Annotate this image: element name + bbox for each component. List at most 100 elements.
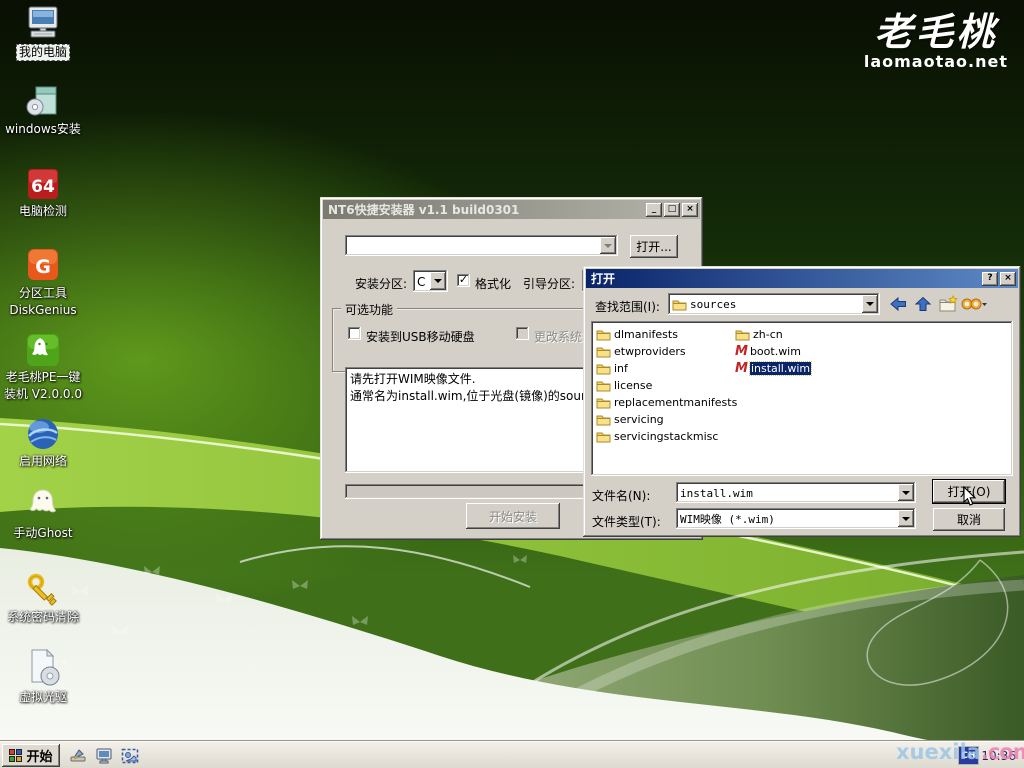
desktop-icon-virtual-cd[interactable]: 虚拟光驱 xyxy=(0,650,86,705)
file-row[interactable]: M boot.wim xyxy=(735,343,801,360)
quicklaunch-show-desktop-icon[interactable] xyxy=(68,746,88,766)
maximize-icon[interactable]: □ xyxy=(664,203,680,217)
close-icon[interactable]: × xyxy=(682,203,698,217)
open-button[interactable]: 打开(O) xyxy=(933,480,1005,503)
open-dialog-titlebar[interactable]: 打开 ? × xyxy=(586,269,1018,288)
folder-icon xyxy=(596,380,611,392)
file-type-label: 文件类型(T): xyxy=(592,513,661,530)
quicklaunch-display-icon[interactable] xyxy=(94,746,114,766)
partition-select-value: C xyxy=(417,273,428,290)
usb-install-checkbox[interactable] xyxy=(348,327,361,340)
file-row[interactable]: dlmanifests xyxy=(596,326,678,343)
file-row[interactable]: zh-cn xyxy=(735,326,783,343)
desktop-icon-pc-check[interactable]: 64 电脑检测 xyxy=(0,164,86,219)
file-name: boot.wim xyxy=(750,345,801,358)
g-letter: G xyxy=(35,256,51,278)
browse-open-button[interactable]: 打开... xyxy=(630,235,678,258)
installer-titlebar[interactable]: NT6快捷安装器 v1.1 build0301 _ □ × xyxy=(323,200,700,219)
key-icon xyxy=(23,570,63,608)
input-method-indicator[interactable]: CH xyxy=(959,747,978,764)
file-list[interactable]: dlmanifests etwproviders inf license rep… xyxy=(591,321,1013,476)
file-row[interactable]: servicingstackmisc xyxy=(596,428,718,445)
desktop-icon-label2: 装机 V2.0.0.0 xyxy=(4,387,82,402)
wim-image-combobox[interactable] xyxy=(345,235,618,256)
file-name: dlmanifests xyxy=(614,328,678,341)
folder-icon xyxy=(596,346,611,358)
dropdown-icon[interactable] xyxy=(898,484,914,501)
folder-icon xyxy=(596,414,611,426)
file-name: license xyxy=(614,379,652,392)
file-row[interactable]: etwproviders xyxy=(596,343,686,360)
partition-select[interactable]: C xyxy=(413,270,448,292)
desktop-icon-label: windows安装 xyxy=(5,122,81,137)
views-menu-icon[interactable] xyxy=(960,295,988,313)
install-partition-label: 安装分区: xyxy=(355,275,407,292)
format-label: 格式化 xyxy=(475,275,511,292)
usb-install-label: 安装到USB移动硬盘 xyxy=(366,328,475,345)
file-name: servicing xyxy=(614,413,664,426)
installer-window-title: NT6快捷安装器 v1.1 build0301 xyxy=(328,201,644,218)
desktop-icon-windows-install[interactable]: windows安装 xyxy=(0,82,86,137)
help-icon[interactable]: ? xyxy=(982,272,998,286)
software-box-icon xyxy=(23,82,63,120)
start-install-button: 开始安装 xyxy=(466,503,560,529)
desktop-icon-label: 分区工具 xyxy=(19,286,67,301)
folder-icon xyxy=(672,299,687,311)
wim-image-combobox-value xyxy=(349,238,598,254)
desktop-icon-laomaotao-pe[interactable]: 老毛桃PE一键 装机 V2.0.0.0 xyxy=(0,330,86,402)
back-icon[interactable] xyxy=(888,295,908,313)
change-system-checkbox xyxy=(516,327,529,340)
file-row[interactable]: replacementmanifests xyxy=(596,394,737,411)
file-type-select[interactable]: WIM映像 (*.wim) xyxy=(676,508,916,529)
desktop-icon-label: 系统密码清除 xyxy=(7,610,79,625)
dropdown-icon[interactable] xyxy=(862,295,878,313)
file-name: etwproviders xyxy=(614,345,686,358)
dropdown-icon[interactable] xyxy=(898,510,914,527)
folder-icon xyxy=(735,329,750,341)
look-in-label: 查找范围(I): xyxy=(595,298,660,315)
new-folder-icon[interactable] xyxy=(937,294,959,313)
file-row[interactable]: servicing xyxy=(596,411,664,428)
cancel-button[interactable]: 取消 xyxy=(933,508,1005,531)
desktop-icon-diskgenius[interactable]: G 分区工具 DiskGenius xyxy=(0,246,86,318)
desktop-icon-password-clear[interactable]: 系统密码清除 xyxy=(0,570,86,625)
diskgenius-icon: G xyxy=(24,246,62,284)
quicklaunch-capture-icon[interactable] xyxy=(120,746,140,766)
start-button[interactable]: 开始 xyxy=(2,744,60,767)
up-folder-icon[interactable] xyxy=(913,295,933,313)
file-name: install.wim xyxy=(750,362,811,375)
start-logo-icon xyxy=(9,749,22,762)
folder-icon xyxy=(596,363,611,375)
desktop-icon-my-computer[interactable]: 我的电脑 xyxy=(0,4,86,61)
folder-icon xyxy=(596,329,611,341)
clock[interactable]: 10:36 xyxy=(981,749,1016,763)
check-icon: ✓ xyxy=(459,273,468,286)
desktop-icon-enable-network[interactable]: 启用网络 xyxy=(0,414,86,469)
minimize-icon[interactable]: _ xyxy=(646,203,662,217)
file-name: zh-cn xyxy=(753,328,783,341)
desktop-icon-manual-ghost[interactable]: 手动Ghost xyxy=(0,486,86,541)
desktop-icon-label: 我的电脑 xyxy=(16,44,70,61)
network-globe-icon xyxy=(24,414,62,452)
boot-partition-label: 引导分区: xyxy=(523,275,575,292)
wim-file-icon: M xyxy=(735,362,747,375)
start-button-label: 开始 xyxy=(26,746,52,765)
brand-logo: 老毛桃 laomaotao.net xyxy=(864,12,1008,71)
format-checkbox[interactable]: ✓ xyxy=(457,274,470,287)
file-row[interactable]: inf xyxy=(596,360,628,377)
browse-open-button-label: 打开... xyxy=(636,238,671,255)
file-name-input[interactable]: install.wim xyxy=(676,482,916,503)
file-row[interactable]: license xyxy=(596,377,652,394)
desktop-icon-label: 启用网络 xyxy=(19,454,67,469)
file-row-selected[interactable]: M install.wim xyxy=(735,360,811,377)
folder-icon xyxy=(596,397,611,409)
look-in-select[interactable]: sources xyxy=(668,293,880,315)
cancel-button-label: 取消 xyxy=(957,511,981,528)
file-name: servicingstackmisc xyxy=(614,430,718,443)
dropdown-icon[interactable] xyxy=(430,272,446,290)
open-file-dialog: 打开 ? × 查找范围(I): sources dlmanifests etwp… xyxy=(583,266,1021,537)
green-ghost-icon xyxy=(25,330,61,368)
close-icon[interactable]: × xyxy=(1000,272,1016,286)
file-name-label: 文件名(N): xyxy=(592,487,650,504)
dropdown-icon[interactable] xyxy=(600,237,616,254)
